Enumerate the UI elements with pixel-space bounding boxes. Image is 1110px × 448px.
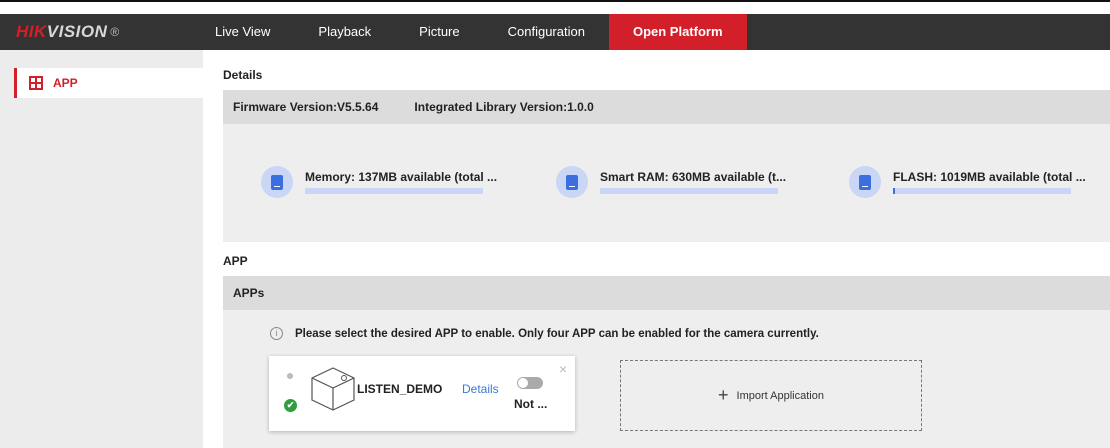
smart-ram-card-icon [556, 166, 588, 198]
nav-configuration[interactable]: Configuration [484, 14, 609, 50]
top-border-line [0, 0, 1110, 2]
logo-red-text: HIK [16, 22, 47, 41]
app-grid-icon [29, 76, 43, 90]
firmware-version: Firmware Version:V5.5.64 [233, 100, 379, 114]
nav-playback[interactable]: Playback [294, 14, 395, 50]
nav-picture[interactable]: Picture [395, 14, 483, 50]
info-icon: i [270, 327, 283, 340]
plus-icon: + [718, 385, 729, 405]
sidebar-item-app[interactable]: APP [14, 68, 203, 98]
apps-bar: APPs [223, 276, 1110, 310]
app-enable-toggle[interactable] [517, 377, 543, 389]
details-title: Details [223, 68, 263, 82]
flash-bar-fill [893, 188, 895, 194]
app-status-text: Not ... [514, 397, 548, 411]
app-name: LISTEN_DEMO [357, 382, 443, 396]
check-circle-icon: ✔ [284, 399, 297, 412]
top-navigation-bar: HIK VISION ® Live View Playback Picture Co… [0, 14, 1110, 50]
apps-bar-label: APPs [233, 286, 265, 300]
memory-bar-fill [305, 188, 483, 194]
smart-ram-stat: Smart RAM: 630MB available (t... [556, 166, 786, 198]
app-section-title: APP [223, 254, 248, 268]
flash-card-icon [849, 166, 881, 198]
main-nav: Live View Playback Picture Configuration… [203, 14, 747, 50]
flash-label: FLASH: 1019MB available (total ... [893, 170, 1086, 184]
memory-stat: Memory: 137MB available (total ... [261, 166, 497, 198]
app-card[interactable]: ✔ LISTEN_DEMO Details Not ... × [269, 356, 575, 431]
hikvision-logo: HIK VISION ® [0, 22, 203, 42]
nav-live-view[interactable]: Live View [203, 14, 294, 50]
memory-card-icon [261, 166, 293, 198]
info-message: i Please select the desired APP to enabl… [270, 327, 819, 340]
main-content: Details Firmware Version:V5.5.64 Integra… [203, 50, 1110, 448]
library-version: Integrated Library Version:1.0.0 [414, 100, 594, 114]
sidebar: APP [0, 50, 203, 448]
memory-label: Memory: 137MB available (total ... [305, 170, 498, 184]
app-details-link[interactable]: Details [462, 382, 499, 396]
storage-panel: Memory: 137MB available (total ... Smart… [223, 124, 1110, 242]
logo-gray-text: VISION [46, 22, 108, 41]
logo-registered-mark: ® [110, 25, 120, 39]
version-bar: Firmware Version:V5.5.64 Integrated Libr… [223, 90, 1110, 124]
import-application-button[interactable]: + Import Application [620, 360, 922, 431]
flash-bar [893, 188, 1071, 194]
import-application-label: Import Application [736, 389, 824, 402]
sidebar-item-label: APP [53, 76, 78, 90]
memory-bar [305, 188, 483, 194]
close-icon[interactable]: × [559, 361, 567, 377]
cube-app-icon [311, 367, 355, 411]
smart-ram-label: Smart RAM: 630MB available (t... [600, 170, 787, 184]
flash-stat: FLASH: 1019MB available (total ... [849, 166, 1086, 198]
smart-ram-bar [600, 188, 778, 194]
smart-ram-bar-fill [600, 188, 778, 194]
info-text: Please select the desired APP to enable.… [295, 327, 819, 340]
status-dot-icon [287, 373, 293, 379]
nav-open-platform[interactable]: Open Platform [608, 14, 747, 50]
